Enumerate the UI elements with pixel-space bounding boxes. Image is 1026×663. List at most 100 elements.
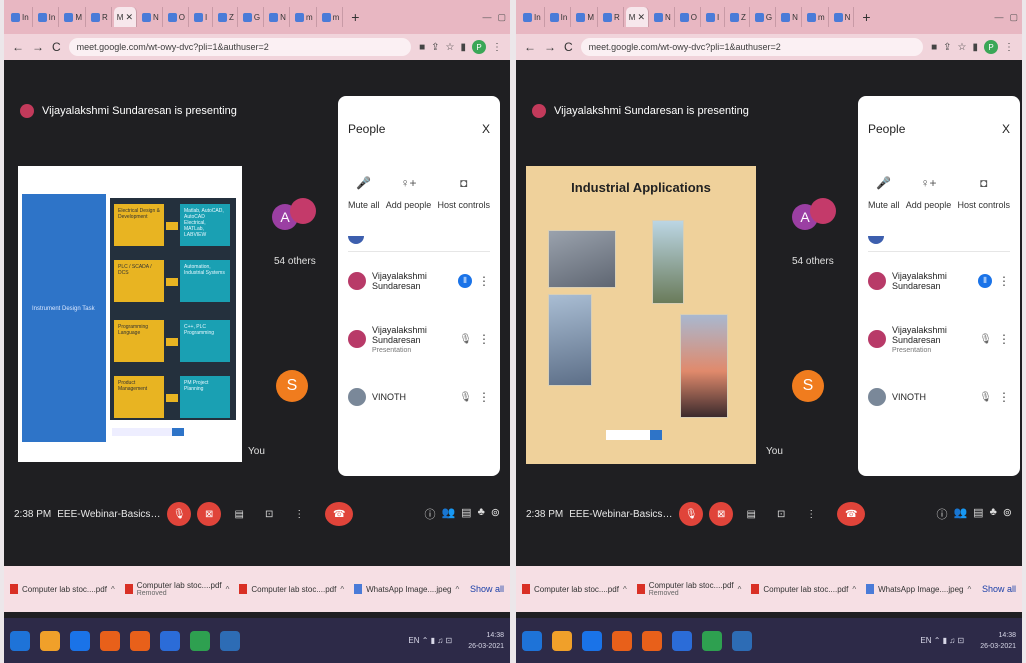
browser-tab[interactable]: m [804, 7, 829, 27]
browser-tab[interactable]: N [778, 7, 802, 27]
system-tray-icons[interactable]: EN ⌃ ▮ ♫ ⊡ [408, 636, 452, 645]
browser-tab-active[interactable]: M ✕ [113, 7, 138, 27]
menu-icon[interactable]: ⋮ [1004, 42, 1014, 53]
people-icon[interactable]: 👥 [953, 506, 967, 522]
download-item[interactable]: Computer lab stoc....pdf ^ [751, 584, 856, 594]
present-button[interactable]: ⊡ [257, 502, 281, 526]
edge-icon[interactable] [582, 630, 602, 651]
list-item[interactable]: VINOTH 🎙 ⋮ [348, 368, 490, 426]
chrome-icon[interactable] [702, 630, 722, 651]
new-tab-button[interactable]: + [345, 9, 365, 25]
add-people-button[interactable]: ♀+ Add people [386, 176, 432, 210]
host-controls-button[interactable]: ◘ Host controls [437, 176, 490, 210]
chevron-up-icon[interactable]: ^ [226, 585, 230, 594]
menu-icon[interactable]: ⋮ [492, 42, 502, 53]
file-explorer-icon[interactable] [552, 630, 572, 651]
activities-icon[interactable]: ♣ [478, 506, 485, 522]
browser-tab[interactable]: I [191, 7, 214, 27]
add-people-button[interactable]: ♀+ Add people [906, 176, 952, 210]
file-explorer-icon[interactable] [40, 630, 60, 651]
chevron-up-icon[interactable]: ^ [340, 585, 344, 594]
browser-tab[interactable]: m [319, 7, 344, 27]
new-tab-button[interactable]: + [856, 9, 876, 25]
back-icon[interactable]: ← [524, 40, 536, 54]
download-item[interactable]: WhatsApp Image....jpeg ^ [866, 584, 971, 594]
browser-tab[interactable]: O [165, 7, 190, 27]
download-item[interactable]: WhatsApp Image....jpeg ^ [354, 584, 459, 594]
word-icon[interactable] [220, 630, 240, 651]
download-item[interactable]: Computer lab stoc....pdf ^ [10, 584, 115, 594]
more-options-icon[interactable]: ⋮ [478, 274, 490, 288]
url-field[interactable]: meet.google.com/wt-owy-dvc?pli=1&authuse… [580, 38, 924, 56]
edge-new-icon[interactable] [160, 630, 180, 651]
browser-tab[interactable]: N [266, 7, 290, 27]
more-options-icon[interactable]: ⋮ [478, 390, 490, 404]
browser-tab-active[interactable]: M ✕ [625, 7, 650, 27]
mute-all-button[interactable]: 🎤 Mute all [868, 176, 900, 210]
browser-tab[interactable]: M [573, 7, 599, 27]
chevron-up-icon[interactable]: ^ [623, 585, 627, 594]
chevron-up-icon[interactable]: ^ [968, 585, 972, 594]
browser-tab[interactable]: O [677, 7, 702, 27]
browser-tab[interactable]: R [600, 7, 624, 27]
browser-tab[interactable]: M [61, 7, 87, 27]
activities-icon[interactable]: ♣ [990, 506, 997, 522]
url-field[interactable]: meet.google.com/wt-owy-dvc?pli=1&authuse… [68, 38, 412, 56]
host-controls-button[interactable]: ◘ Host controls [957, 176, 1010, 210]
browser-tab[interactable]: I [703, 7, 726, 27]
edge-icon[interactable] [70, 630, 90, 651]
chevron-up-icon[interactable]: ^ [111, 585, 115, 594]
browser-tab[interactable]: In [520, 7, 545, 27]
close-tab-icon[interactable]: ✕ [125, 12, 133, 23]
leave-call-button[interactable]: ☎ [837, 502, 866, 526]
mic-toggle-button[interactable]: 🎙 [167, 502, 192, 526]
browser-tab[interactable]: m [292, 7, 317, 27]
camera-toggle-button[interactable]: ⊠ [197, 502, 222, 526]
maximize-icon[interactable]: ▢ [497, 12, 506, 23]
browser-tab[interactable]: G [752, 7, 777, 27]
edge-new-icon[interactable] [672, 630, 692, 651]
minimize-icon[interactable]: — [994, 12, 1003, 23]
reload-icon[interactable]: C [52, 40, 61, 54]
reload-icon[interactable]: C [564, 40, 573, 54]
captions-button[interactable]: ▤ [739, 502, 763, 526]
extensions-icon[interactable]: ▮ [460, 42, 466, 53]
more-options-icon[interactable]: ⋮ [998, 274, 1010, 288]
back-icon[interactable]: ← [12, 40, 24, 54]
browser-tab[interactable]: G [240, 7, 265, 27]
extensions-icon[interactable]: ▮ [972, 42, 978, 53]
browser-tab[interactable]: In [547, 7, 572, 27]
more-options-icon[interactable]: ⋮ [998, 332, 1010, 346]
more-options-icon[interactable]: ⋮ [998, 390, 1010, 404]
list-item[interactable]: VINOTH 🎙 ⋮ [868, 368, 1010, 426]
profile-avatar[interactable]: P [984, 40, 998, 54]
list-item[interactable]: Vijayalakshmi Sundaresan ⦀ ⋮ [868, 252, 1010, 310]
info-icon[interactable]: ⓘ [936, 506, 947, 522]
lock-icon[interactable]: ⊚ [1003, 506, 1012, 522]
browser-tab[interactable]: In [35, 7, 60, 27]
firefox-icon[interactable] [642, 630, 662, 651]
star-icon[interactable]: ☆ [958, 42, 967, 53]
chat-icon[interactable]: ▤ [461, 506, 471, 522]
list-item[interactable]: Vijayalakshmi Sundaresan ⦀ ⋮ [348, 252, 490, 310]
firefox-icon[interactable] [130, 630, 150, 651]
browser-tab[interactable]: N [651, 7, 675, 27]
browser-tab[interactable]: N [831, 7, 855, 27]
download-item[interactable]: Computer lab stoc....pdf ^ [522, 584, 627, 594]
more-options-icon[interactable]: ⋮ [478, 332, 490, 346]
browser-tab[interactable]: R [88, 7, 112, 27]
browser-tab[interactable]: Z [727, 7, 750, 27]
browser-tab[interactable]: In [8, 7, 33, 27]
browser-tab[interactable]: Z [215, 7, 238, 27]
camera-icon[interactable]: ■ [931, 42, 937, 53]
more-options-button[interactable]: ⋮ [287, 502, 311, 526]
chevron-up-icon[interactable]: ^ [456, 585, 460, 594]
show-all-link[interactable]: Show all [470, 584, 504, 594]
word-icon[interactable] [732, 630, 752, 651]
close-tab-icon[interactable]: ✕ [637, 12, 645, 23]
camera-icon[interactable]: ■ [419, 42, 425, 53]
chevron-up-icon[interactable]: ^ [852, 585, 856, 594]
show-all-link[interactable]: Show all [982, 584, 1016, 594]
browser-tab[interactable]: N [139, 7, 163, 27]
minimize-icon[interactable]: — [482, 12, 491, 23]
